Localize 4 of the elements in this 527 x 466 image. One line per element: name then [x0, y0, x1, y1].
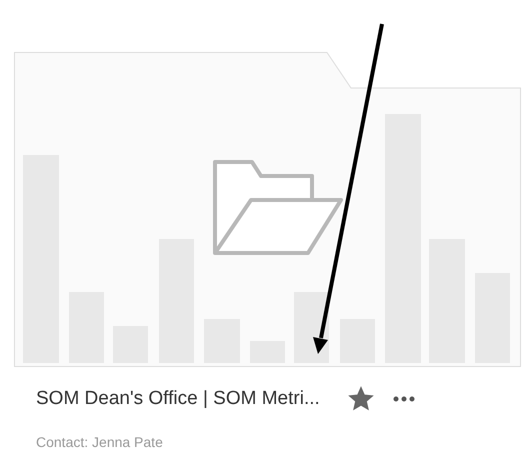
- contact-text: Contact: Jenna Pate: [35, 434, 164, 450]
- star-icon[interactable]: [348, 386, 374, 412]
- folder-icon: [213, 160, 343, 255]
- card-title[interactable]: SOM Dean's Office | SOM Metri...: [36, 388, 320, 410]
